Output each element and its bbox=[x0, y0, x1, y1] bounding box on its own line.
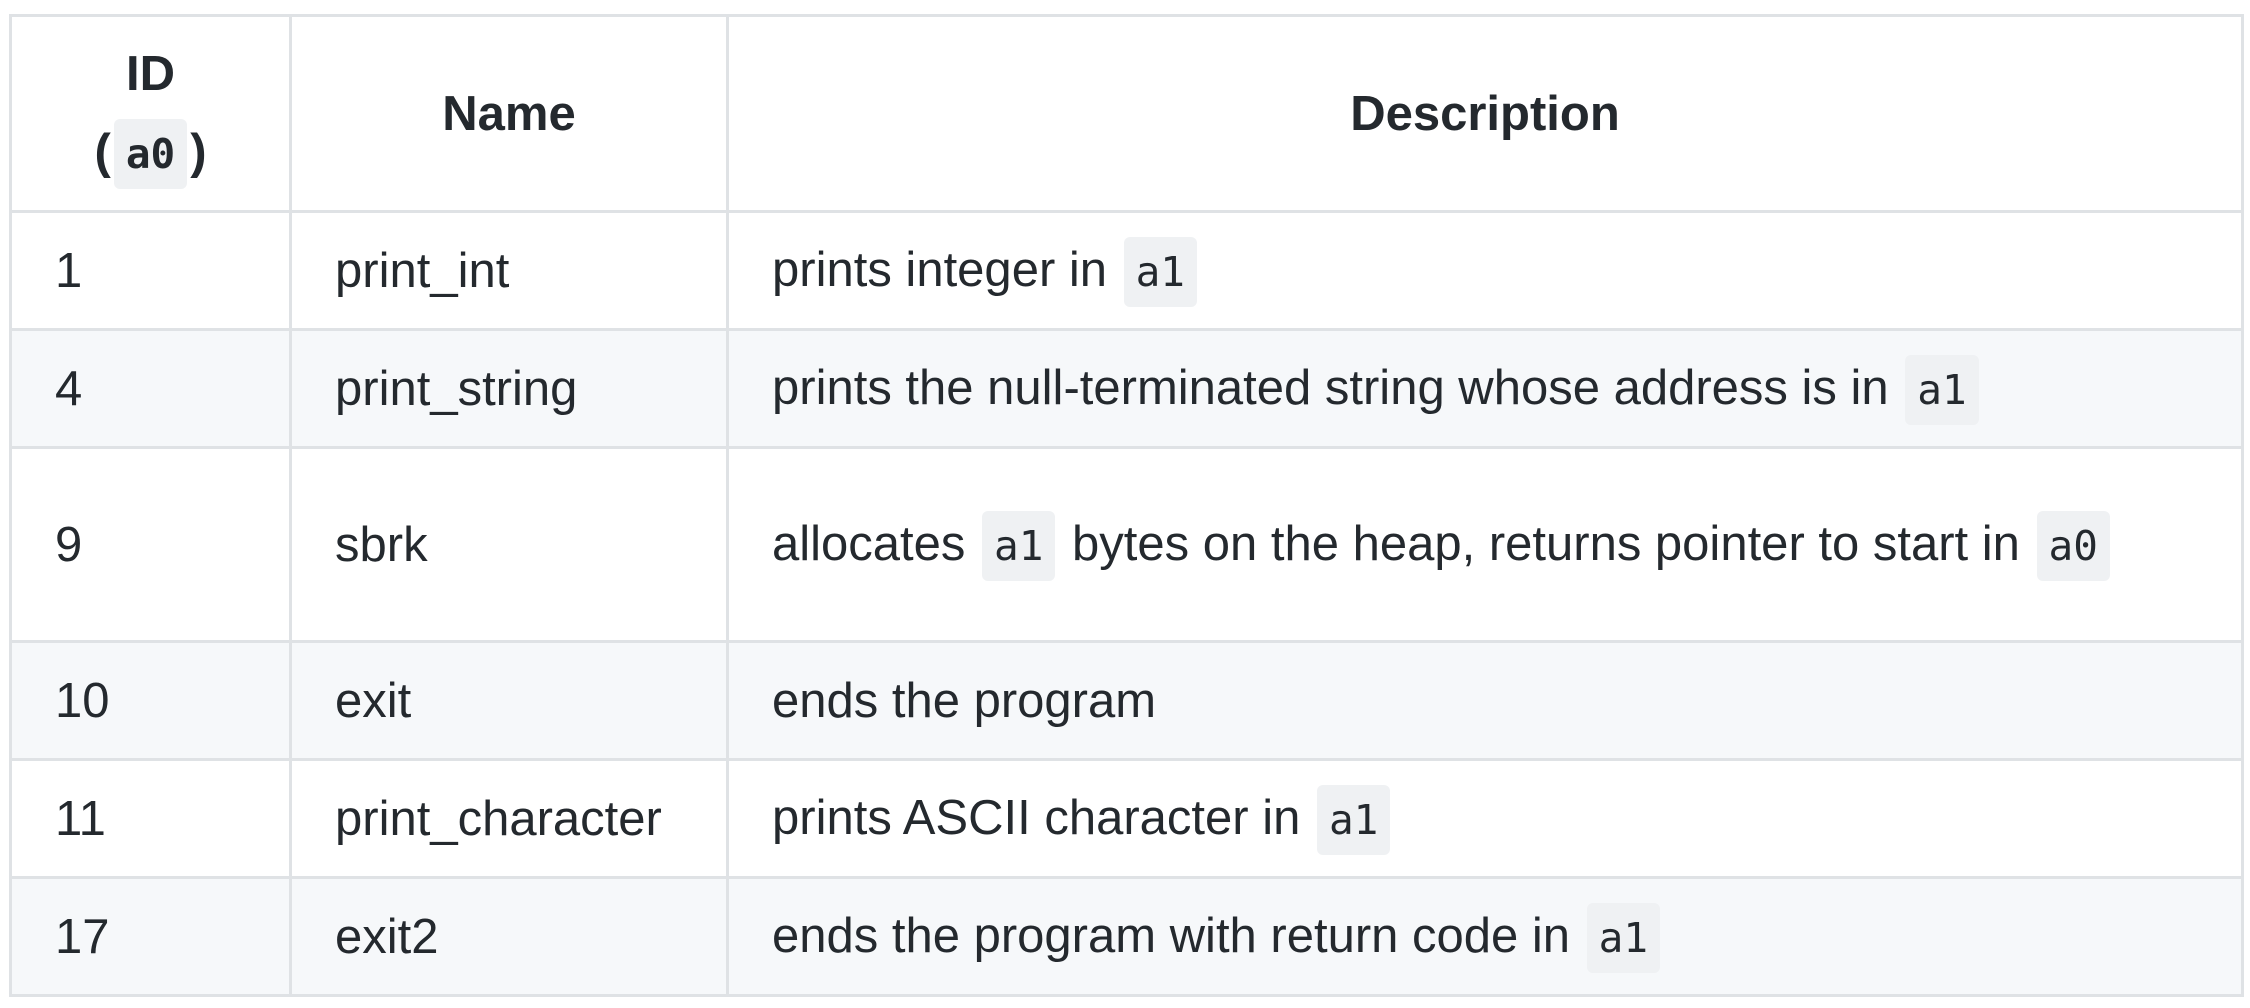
cell-id: 10 bbox=[9, 640, 292, 761]
cell-name: print_character bbox=[289, 758, 729, 879]
cell-name: exit bbox=[289, 640, 729, 761]
description-text: bytes on the heap, returns pointer to st… bbox=[1058, 516, 2034, 571]
register-code: a1 bbox=[982, 510, 1056, 581]
table-row: 10 exit ends the program bbox=[9, 640, 2244, 761]
cell-id: 9 bbox=[9, 446, 292, 643]
cell-description: prints ASCII character in a1 bbox=[726, 758, 2244, 879]
register-code: a1 bbox=[1316, 784, 1391, 855]
table-row: 9 sbrk allocates a1 bytes on the heap, r… bbox=[9, 446, 2244, 643]
cell-description: prints the null-terminated string whose … bbox=[726, 328, 2244, 449]
syscall-table-container: ID (a0) Name Description 1 print_int pri… bbox=[9, 14, 2244, 997]
description-text: allocates bbox=[772, 516, 980, 571]
cell-name: print_int bbox=[289, 210, 729, 331]
cell-id: 11 bbox=[9, 758, 292, 879]
description-text: prints ASCII character in bbox=[772, 790, 1314, 845]
register-code: a1 bbox=[1586, 902, 1661, 973]
cell-description: allocates a1 bytes on the heap, returns … bbox=[726, 446, 2244, 643]
cell-name: print_string bbox=[289, 328, 729, 449]
description-text: prints the null-terminated string whose … bbox=[772, 360, 1903, 415]
description-text: prints integer in bbox=[772, 242, 1121, 297]
header-id-register: (a0) bbox=[32, 113, 269, 193]
description-text: ends the program bbox=[772, 673, 1157, 728]
cell-id: 17 bbox=[9, 876, 292, 997]
table-row: 1 print_int prints integer in a1 bbox=[9, 210, 2244, 331]
cell-description: ends the program bbox=[726, 640, 2244, 761]
cell-id: 4 bbox=[9, 328, 292, 449]
description-text: ends the program with return code in bbox=[772, 908, 1584, 963]
cell-name: sbrk bbox=[289, 446, 729, 643]
table-row: 4 print_string prints the null-terminate… bbox=[9, 328, 2244, 449]
register-code: a0 bbox=[2036, 510, 2110, 581]
header-id-open-paren: ( bbox=[94, 124, 111, 179]
header-id-close-paren: ) bbox=[190, 124, 207, 179]
header-row: ID (a0) Name Description bbox=[9, 14, 2244, 213]
header-id-code: a0 bbox=[113, 118, 188, 189]
syscall-table: ID (a0) Name Description 1 print_int pri… bbox=[9, 14, 2244, 997]
register-code: a1 bbox=[1123, 236, 1197, 307]
header-description: Description bbox=[726, 14, 2244, 213]
cell-description: prints integer in a1 bbox=[726, 210, 2244, 331]
header-name: Name bbox=[289, 14, 729, 213]
table-row: 17 exit2 ends the program with return co… bbox=[9, 876, 2244, 997]
register-code: a1 bbox=[1905, 354, 1979, 425]
header-id-label: ID bbox=[126, 46, 175, 101]
cell-description: ends the program with return code in a1 bbox=[726, 876, 2244, 997]
cell-id: 1 bbox=[9, 210, 292, 331]
header-id: ID (a0) bbox=[9, 14, 292, 213]
table-row: 11 print_character prints ASCII characte… bbox=[9, 758, 2244, 879]
cell-name: exit2 bbox=[289, 876, 729, 997]
